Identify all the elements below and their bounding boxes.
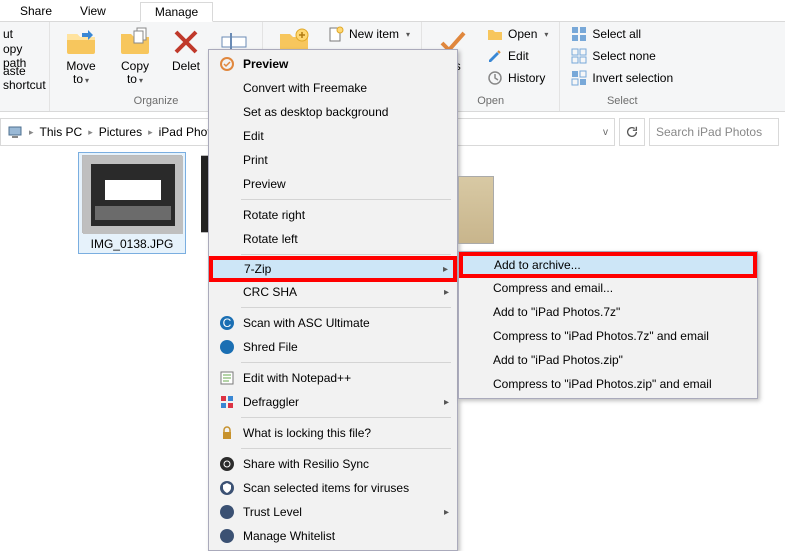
copy-path-button[interactable]: opy path [0,46,41,66]
lock-icon [217,423,237,443]
submenu-7zip: Add to archive... Compress and email... … [458,251,758,399]
submenu-add-archive[interactable]: Add to archive... [461,254,755,276]
crumb-ipad[interactable]: iPad Phot [155,119,215,145]
history-icon [487,70,503,86]
menu-defraggler[interactable]: Defraggler [211,390,455,414]
shred-icon [217,337,237,357]
new-item-button[interactable]: New item▾ [325,24,413,44]
invert-selection-button[interactable]: Invert selection [568,68,676,88]
chevron-icon[interactable]: ▸ [27,127,36,138]
search-input[interactable]: Search iPad Photos [649,118,779,146]
search-placeholder: Search iPad Photos [656,125,762,139]
folder-icon [65,26,97,58]
menu-7zip[interactable]: 7-Zip [211,258,455,280]
menu-resilio[interactable]: Share with Resilio Sync [211,452,455,476]
edit-icon [487,48,503,64]
pc-icon[interactable] [3,119,27,145]
menu-set-bg[interactable]: Set as desktop background [211,100,455,124]
file-name: IMG_0138.JPG [91,237,174,251]
menu-rotate-right[interactable]: Rotate right [211,203,455,227]
submenu-add-7z[interactable]: Add to "iPad Photos.7z" [461,300,755,324]
select-none-button[interactable]: Select none [568,46,676,66]
menu-virus-scan[interactable]: Scan selected items for viruses [211,476,455,500]
defrag-icon [217,392,237,412]
menu-locking[interactable]: What is locking this file? [211,421,455,445]
preview-icon [217,54,237,74]
copy-to-button[interactable]: Copy to [112,24,158,87]
open-button[interactable]: Open▾ [484,24,551,44]
delete-icon [170,26,202,58]
shield-icon [217,478,237,498]
select-all-button[interactable]: Select all [568,24,676,44]
menu-trust[interactable]: Trust Level [211,500,455,524]
select-caption: Select [568,95,676,109]
folder-copy-icon [119,26,151,58]
ribbon-tabstrip: Share View Manage [0,0,785,22]
menu-print[interactable]: Print [211,148,455,172]
notepad-icon [217,368,237,388]
chevron-icon[interactable]: ▸ [86,127,95,138]
crumb-pictures[interactable]: Pictures [95,119,146,145]
menu-crc[interactable]: CRC SHA [211,280,455,304]
crumb-this-pc[interactable]: This PC [36,119,87,145]
cut-button[interactable]: ut [0,24,41,44]
breadcrumb-dropdown[interactable]: v [597,127,614,138]
obscured-thumbnail [458,176,494,244]
submenu-compress-zip-email[interactable]: Compress to "iPad Photos.zip" and email [461,372,755,396]
submenu-add-zip[interactable]: Add to "iPad Photos.zip" [461,348,755,372]
menu-asc[interactable]: CScan with ASC Ultimate [211,311,455,335]
menu-shred[interactable]: Shred File [211,335,455,359]
resilio-icon [217,454,237,474]
open-icon [487,26,503,42]
menu-whitelist[interactable]: Manage Whitelist [211,524,455,548]
asc-icon: C [217,313,237,333]
new-item-icon [328,26,344,42]
menu-edit[interactable]: Edit [211,124,455,148]
thumbnail-image [82,155,182,233]
svg-text:C: C [223,316,232,330]
menu-rotate-left[interactable]: Rotate left [211,227,455,251]
select-all-icon [571,26,587,42]
invert-icon [571,70,587,86]
move-to-button[interactable]: Move to [58,24,104,87]
chevron-icon[interactable]: ▸ [146,127,155,138]
whitelist-icon [217,526,237,546]
tab-manage[interactable]: Manage [140,2,213,22]
tab-share[interactable]: Share [6,2,66,20]
history-button[interactable]: History [484,68,551,88]
menu-npp[interactable]: Edit with Notepad++ [211,366,455,390]
tab-view[interactable]: View [66,2,120,20]
submenu-compress-7z-email[interactable]: Compress to "iPad Photos.7z" and email [461,324,755,348]
select-none-icon [571,48,587,64]
menu-convert[interactable]: Convert with Freemake [211,76,455,100]
menu-preview[interactable]: Preview [211,52,455,76]
paste-shortcut-button[interactable]: aste shortcut [0,68,41,88]
context-menu: Preview Convert with Freemake Set as des… [208,49,458,551]
file-thumbnail[interactable]: IMG_0138.JPG [78,152,186,254]
delete-button[interactable]: Delet [166,24,206,73]
refresh-button[interactable] [619,118,645,146]
edit-button[interactable]: Edit [484,46,551,66]
menu-preview2[interactable]: Preview [211,172,455,196]
submenu-compress-email[interactable]: Compress and email... [461,276,755,300]
trust-icon [217,502,237,522]
